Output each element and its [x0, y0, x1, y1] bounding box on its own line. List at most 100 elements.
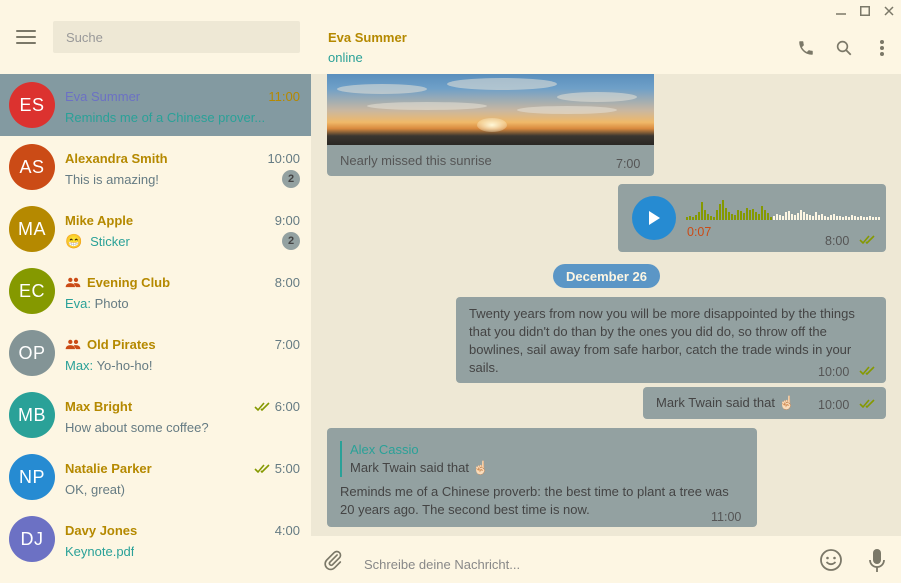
- chat-item[interactable]: ES Eva Summer 11:00 Reminds me of a Chin…: [0, 74, 311, 136]
- attach-button[interactable]: [322, 548, 344, 575]
- chat-name: Natalie Parker: [65, 460, 152, 476]
- sunrise-photo[interactable]: [327, 74, 654, 145]
- chat-time: 7:00: [274, 336, 300, 352]
- waveform-bar: [701, 202, 703, 220]
- double-check-icon: [254, 463, 272, 474]
- menu-icon[interactable]: [16, 30, 36, 44]
- chat-item[interactable]: NP Natalie Parker 5:00 OK, great): [0, 446, 311, 508]
- avatar: ES: [9, 82, 55, 128]
- avatar: EC: [9, 268, 55, 314]
- maximize-button[interactable]: [853, 0, 877, 22]
- chat-item-body: Alexandra Smith 10:00 This is amazing! 2: [65, 136, 311, 198]
- more-button[interactable]: [863, 38, 901, 58]
- date-separator: December 26: [553, 264, 660, 288]
- waveform-bar: [773, 216, 775, 220]
- chat-name: Davy Jones: [65, 522, 138, 538]
- close-icon: [884, 6, 894, 16]
- peer-name[interactable]: Eva Summer: [328, 30, 407, 45]
- header-actions: [787, 38, 901, 58]
- sun-glow: [477, 118, 507, 132]
- waveform-bar: [722, 200, 724, 220]
- chat-preview: 😁 Sticker: [65, 232, 130, 249]
- waveform-bar: [803, 212, 805, 220]
- chat-item[interactable]: AS Alexandra Smith 10:00 This is amazing…: [0, 136, 311, 198]
- chat-item-body: Natalie Parker 5:00 OK, great): [65, 446, 311, 508]
- minimize-button[interactable]: [829, 0, 853, 22]
- waveform-bar: [851, 215, 853, 220]
- chat-list: ES Eva Summer 11:00 Reminds me of a Chin…: [0, 74, 311, 570]
- waveform-bar: [746, 208, 748, 220]
- waveform-bar: [764, 210, 766, 220]
- waveform-bar: [809, 215, 811, 220]
- chat-time: 8:00: [274, 274, 300, 290]
- voice-waveform[interactable]: [686, 198, 882, 220]
- chat-item[interactable]: OP Old Pirates 7:00 Max: Yo-ho-ho!: [0, 322, 311, 384]
- waveform-bar: [854, 216, 856, 220]
- chat-item[interactable]: EC Evening Club 8:00 Eva: Photo: [0, 260, 311, 322]
- double-check-icon: [859, 366, 875, 376]
- waveform-bar: [734, 215, 736, 220]
- reply-quote[interactable]: Alex Cassio Mark Twain said that ☝🏻: [340, 441, 744, 477]
- message-input[interactable]: Schreibe deine Nachricht...: [364, 557, 520, 572]
- group-icon: [65, 339, 81, 350]
- chat-preview: Keynote.pdf: [65, 543, 135, 559]
- message-text: Mark Twain said that: [656, 395, 775, 410]
- waveform-bar: [707, 214, 709, 220]
- waveform-bar: [752, 209, 754, 220]
- search-input[interactable]: Suche: [53, 21, 300, 53]
- waveform-bar: [875, 217, 877, 220]
- play-button[interactable]: [632, 196, 676, 240]
- waveform-bar: [686, 217, 688, 220]
- incoming-message[interactable]: Alex Cassio Mark Twain said that ☝🏻 Remi…: [327, 428, 757, 527]
- waveform-bar: [791, 214, 793, 220]
- message-list: Nearly missed this sunrise 7:00 0:07 8:0…: [311, 74, 901, 536]
- chat-item-body: Max Bright 6:00 How about some coffee?: [65, 384, 311, 446]
- paperclip-icon: [324, 550, 342, 571]
- chat-name: Evening Club: [65, 272, 170, 292]
- outgoing-message[interactable]: Mark Twain said that ☝🏻 10:00: [643, 387, 886, 419]
- close-button[interactable]: [877, 0, 901, 22]
- call-button[interactable]: [787, 38, 825, 58]
- photo-caption: Nearly missed this sunrise: [340, 153, 492, 168]
- chat-item[interactable]: DJ Davy Jones 4:00 Keynote.pdf: [0, 508, 311, 570]
- waveform-bar: [815, 212, 817, 220]
- peer-status: online: [328, 50, 363, 65]
- waveform-bar: [878, 217, 880, 220]
- photo-message[interactable]: Nearly missed this sunrise 7:00: [327, 74, 654, 176]
- chat-item-body: Eva Summer 11:00 Reminds me of a Chinese…: [65, 74, 311, 136]
- waveform-bar: [710, 216, 712, 220]
- waveform-bar: [779, 215, 781, 220]
- waveform-bar: [782, 216, 784, 220]
- message-time: 10:00: [818, 398, 850, 412]
- waveform-bar: [695, 215, 697, 220]
- waveform-bar: [797, 213, 799, 220]
- conversation-header: Eva Summer online: [311, 0, 901, 74]
- message-time: 10:00: [818, 365, 850, 379]
- waveform-bar: [818, 215, 820, 220]
- message-text: Twenty years from now you will be more d…: [469, 306, 855, 375]
- chat-preview: Reminds me of a Chinese prover...: [65, 109, 266, 125]
- waveform-bar: [869, 216, 871, 220]
- emoji-button[interactable]: [819, 548, 843, 575]
- avatar: OP: [9, 330, 55, 376]
- search-chat-button[interactable]: [825, 38, 863, 58]
- avatar: MB: [9, 392, 55, 438]
- unread-badge: 2: [282, 170, 300, 188]
- reply-author: Alex Cassio: [350, 442, 419, 457]
- chat-item[interactable]: MA Mike Apple 9:00 😁 Sticker 2: [0, 198, 311, 260]
- outgoing-message[interactable]: Twenty years from now you will be more d…: [456, 297, 886, 383]
- waveform-bar: [866, 217, 868, 220]
- chat-name: Eva Summer: [65, 88, 141, 104]
- waveform-bar: [716, 210, 718, 220]
- waveform-bar: [821, 214, 823, 220]
- microphone-icon: [869, 549, 885, 572]
- chat-list-header: Suche: [0, 0, 311, 74]
- chat-time: 4:00: [274, 522, 300, 538]
- voice-message[interactable]: 0:07 8:00: [618, 184, 886, 252]
- voice-record-button[interactable]: [867, 548, 887, 577]
- chat-item[interactable]: MB Max Bright 6:00 How about some coffee…: [0, 384, 311, 446]
- waveform-bar: [776, 214, 778, 220]
- chat-preview: This is amazing!: [65, 171, 159, 187]
- chat-preview: OK, great): [65, 481, 125, 497]
- smiley-icon: [820, 549, 842, 571]
